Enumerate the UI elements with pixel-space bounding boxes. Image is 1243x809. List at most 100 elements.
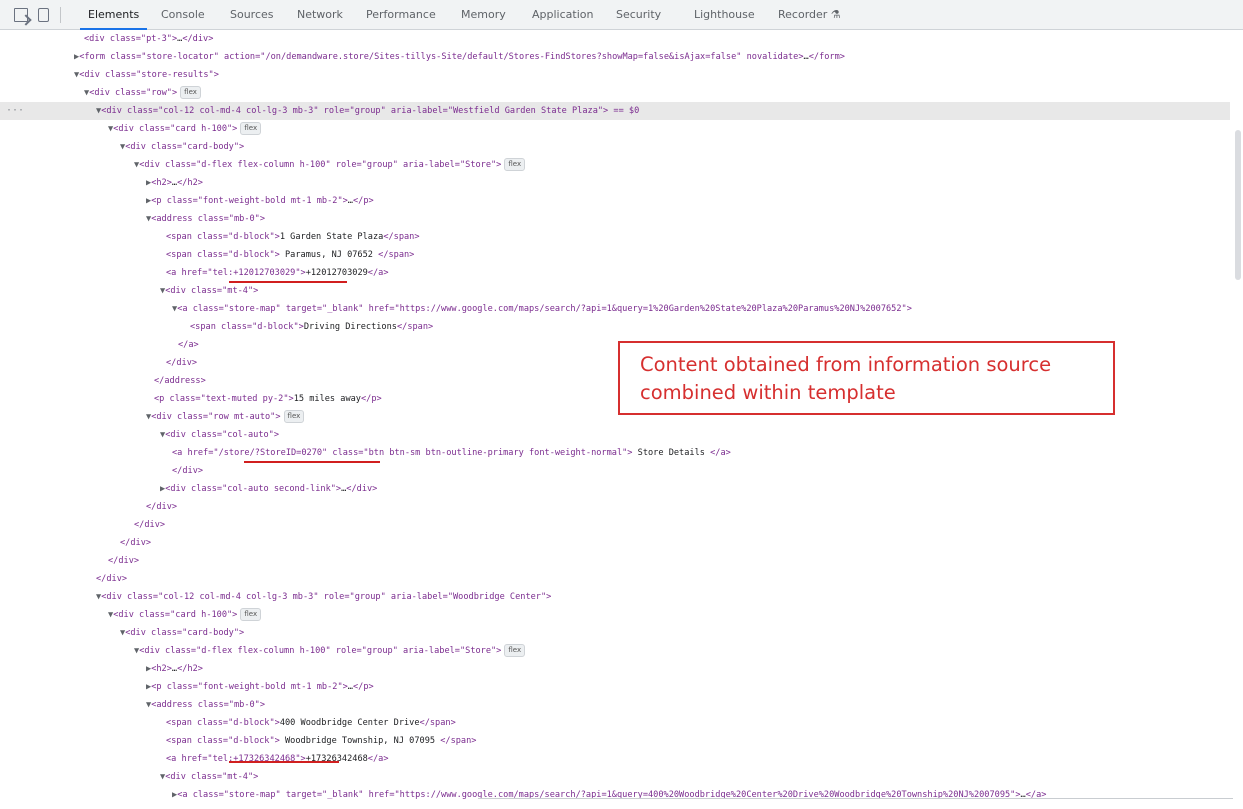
dom-node-line[interactable]: ▶<h2>…</h2> <box>0 174 1230 192</box>
dom-node-line[interactable]: ▼<div class="card h-100"> flex <box>0 120 1230 138</box>
dom-node-text: ▶<p class="font-weight-bold mt-1 mb-2">…… <box>146 196 374 206</box>
dom-node-text: ▶<h2>…</h2> <box>146 664 203 674</box>
dom-node-text: <a href="tel:+12012703029">+12012703029<… <box>166 268 389 278</box>
dom-node-text: ▼<address class="mb-0"> <box>146 700 266 710</box>
dom-node-line[interactable]: ▼<address class="mb-0"> <box>0 210 1230 228</box>
dom-node-text: <span class="d-block">1 Garden State Pla… <box>166 232 420 242</box>
annotation-underline-phone-1 <box>229 281 347 283</box>
dom-node-text: ▼<address class="mb-0"> <box>146 214 266 224</box>
dom-node-text: ▶<h2>…</h2> <box>146 178 203 188</box>
annotation-underline-store-id <box>244 461 380 463</box>
dom-node-text: ▼<div class="col-12 col-md-4 col-lg-3 mb… <box>96 592 552 602</box>
dom-node-text: ▼<div class="card-body"> <box>120 628 245 638</box>
dom-node-text: </div> <box>134 520 166 530</box>
dom-node-line[interactable]: ▼<div class="card h-100"> flex <box>0 606 1230 624</box>
dom-node-line[interactable]: </div> <box>0 516 1230 534</box>
dom-node-line[interactable]: </div> <box>0 534 1230 552</box>
dom-node-line[interactable]: ▶<div class="col-auto second-link">…</di… <box>0 480 1230 498</box>
dom-node-line[interactable]: ▶<form class="store-locator" action="/on… <box>0 48 1230 66</box>
dom-node-line[interactable]: ▶<p class="font-weight-bold mt-1 mb-2">…… <box>0 192 1230 210</box>
dom-node-text: ▼<div class="col-auto"> <box>160 430 280 440</box>
dom-node-text: ▼<div class="d-flex flex-column h-100" r… <box>134 156 526 174</box>
dom-node-text: </div> <box>120 538 152 548</box>
dom-node-text: <a href="/store/?StoreID=0270" class="bt… <box>172 448 731 458</box>
flex-badge[interactable]: flex <box>240 122 262 135</box>
dom-node-line[interactable]: <span class="d-block">400 Woodbridge Cen… <box>0 714 1230 732</box>
dom-node-line[interactable]: ▶<h2>…</h2> <box>0 660 1230 678</box>
tab-console[interactable]: Console <box>161 0 205 30</box>
tab-network[interactable]: Network <box>297 0 343 30</box>
dom-node-line[interactable]: ▼<div class="col-12 col-md-4 col-lg-3 mb… <box>0 588 1230 606</box>
dom-node-text: <a href="tel:+17326342468">+17326342468<… <box>166 754 389 764</box>
device-toolbar-icon[interactable] <box>38 8 49 22</box>
dom-node-line[interactable]: <span class="d-block"> Woodbridge Townsh… <box>0 732 1230 750</box>
dom-node-text: <span class="d-block"> Woodbridge Townsh… <box>166 736 477 746</box>
dom-node-line[interactable]: <a href="tel:+12012703029">+12012703029<… <box>0 264 1230 282</box>
dom-node-text: <span class="d-block">Driving Directions… <box>190 322 434 332</box>
vertical-scrollbar[interactable] <box>1235 130 1241 280</box>
flex-badge[interactable]: flex <box>240 608 262 621</box>
annotation-underline-phone-2 <box>229 761 339 763</box>
dom-node-line[interactable]: ▼<div class="d-flex flex-column h-100" r… <box>0 156 1230 174</box>
flex-badge[interactable]: flex <box>180 86 201 99</box>
tab-recorder[interactable]: Recorder ⚗ <box>778 0 841 30</box>
dom-node-line[interactable]: ▼<div class="col-auto"> <box>0 426 1230 444</box>
dom-node-line[interactable]: <div class="pt-3">…</div> <box>0 30 1230 48</box>
dom-node-line[interactable]: ▼<div class="d-flex flex-column h-100" r… <box>0 642 1230 660</box>
tab-elements[interactable]: Elements <box>79 0 148 30</box>
bottom-divider <box>478 798 1233 799</box>
dom-node-line[interactable]: <a href="tel:+17326342468">+17326342468<… <box>0 750 1230 768</box>
dom-node-text: ▼<div class="card-body"> <box>120 142 245 152</box>
tab-security[interactable]: Security <box>616 0 661 30</box>
dom-node-text: </div> <box>108 556 140 566</box>
dom-node-line[interactable]: ▼<address class="mb-0"> <box>0 696 1230 714</box>
dom-node-text: ▼<div class="mt-4"> <box>160 286 259 296</box>
dom-node-line[interactable]: </div> <box>0 552 1230 570</box>
devtools-window: Elements Console Sources Network Performance… <box>0 0 1243 809</box>
dom-node-line[interactable]: ▶<p class="font-weight-bold mt-1 mb-2">…… <box>0 678 1230 696</box>
dom-node-text: ▶<div class="col-auto second-link">…</di… <box>160 484 378 494</box>
tab-lighthouse[interactable]: Lighthouse <box>694 0 755 30</box>
flex-badge[interactable]: flex <box>283 410 305 423</box>
dom-node-line[interactable]: </div> <box>0 570 1230 588</box>
dom-node-line[interactable]: </div> <box>0 498 1230 516</box>
dom-node-line[interactable]: ▼<div class="card-body"> <box>0 138 1230 156</box>
dom-node-line[interactable]: <span class="d-block">1 Garden State Pla… <box>0 228 1230 246</box>
flex-badge[interactable]: flex <box>504 644 526 657</box>
dom-node-text: <div class="pt-3">…</div> <box>84 34 214 44</box>
dom-node-line[interactable]: <span class="d-block">Driving Directions… <box>0 318 1230 336</box>
dom-node-line[interactable]: ▼<a class="store-map" target="_blank" hr… <box>0 300 1230 318</box>
annotation-callout: Content obtained from information source… <box>618 341 1115 415</box>
dom-node-text: ▶<form class="store-locator" action="/on… <box>74 52 845 62</box>
dom-node-text: ▼<div class="card h-100"> flex <box>108 120 262 138</box>
dom-node-line[interactable]: </div> <box>0 462 1230 480</box>
dom-node-text: </a> <box>178 340 199 350</box>
dom-node-line[interactable]: ▼<div class="card-body"> <box>0 624 1230 642</box>
elements-dom-tree[interactable]: <div class="pt-3">…</div> ▶<form class="s… <box>0 30 1243 809</box>
dom-node-line[interactable]: ▼<div class="mt-4"> <box>0 282 1230 300</box>
inspect-element-icon[interactable] <box>14 8 28 22</box>
dom-node-text: </div> <box>166 358 198 368</box>
dom-node-selected[interactable]: ··· ▼<div class="col-12 col-md-4 col-lg-3… <box>0 102 1230 120</box>
tab-application[interactable]: Application <box>532 0 593 30</box>
tab-sources[interactable]: Sources <box>230 0 274 30</box>
dom-node-text: ▼<div class="col-12 col-md-4 col-lg-3 mb… <box>96 106 640 116</box>
dom-node-text: ▼<a class="store-map" target="_blank" hr… <box>172 304 912 314</box>
dom-node-text: </address> <box>154 376 206 386</box>
dom-node-text: ▼<div class="d-flex flex-column h-100" r… <box>134 642 526 660</box>
tab-performance[interactable]: Performance <box>366 0 436 30</box>
dom-node-text: ▶<p class="font-weight-bold mt-1 mb-2">…… <box>146 682 374 692</box>
dom-node-line[interactable]: ▼<div class="mt-4"> <box>0 768 1230 786</box>
dom-node-text: </div> <box>146 502 178 512</box>
tab-memory[interactable]: Memory <box>461 0 506 30</box>
callout-text: Content obtained from information source… <box>640 353 1052 404</box>
selected-node-marker: ··· <box>6 105 25 116</box>
dom-node-line[interactable]: <span class="d-block"> Paramus, NJ 07652… <box>0 246 1230 264</box>
flex-badge[interactable]: flex <box>504 158 526 171</box>
dom-node-line[interactable]: <a href="/store/?StoreID=0270" class="bt… <box>0 444 1230 462</box>
dom-node-text: <span class="d-block"> Paramus, NJ 07652… <box>166 250 415 260</box>
dom-node-line[interactable]: ▼<div class="store-results"> <box>0 66 1230 84</box>
dom-node-line[interactable]: ▼<div class="row"> flex <box>0 84 1230 102</box>
dom-node-line[interactable]: ▶<a class="store-map" target="_blank" hr… <box>0 786 1230 804</box>
dom-node-text: <span class="d-block">400 Woodbridge Cen… <box>166 718 456 728</box>
